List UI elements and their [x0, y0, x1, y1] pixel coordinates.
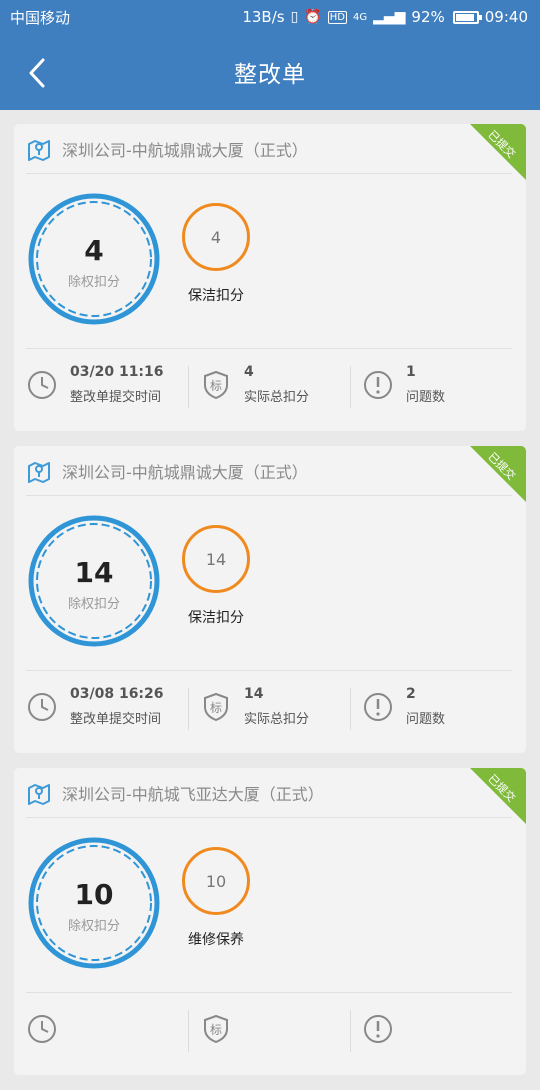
submit-time-label: 整改单提交时间	[70, 390, 162, 405]
project-name: 深圳公司-中航城鼎诚大厦（正式）	[62, 140, 308, 160]
status-indicators: 13B/s ▯ ⏰ HD 4G ▂▄▆ 92% 09:40	[242, 8, 528, 26]
rectification-list: 深圳公司-中航城鼎诚大厦（正式） 已提交 4 除权扣分 4 保洁扣分 03/20…	[14, 124, 526, 1090]
shield-icon: 标	[204, 1014, 228, 1043]
hd-icon: HD	[327, 10, 347, 24]
weighted-deduction-value: 14	[74, 556, 114, 589]
issue-count-value: 2	[406, 686, 416, 702]
battery-level	[455, 13, 474, 21]
alert-icon	[364, 692, 392, 721]
shield-icon: 标	[204, 692, 228, 721]
card-stats: 03/08 16:26 整改单提交时间 标 14 实际总扣分 2 问题数	[26, 670, 512, 742]
category-score-ring: 10	[182, 847, 250, 915]
submit-time-stat: 03/08 16:26 整改单提交时间	[26, 671, 188, 742]
chevron-left-icon	[29, 58, 45, 88]
carrier-name: 中国移动	[10, 8, 71, 27]
category-score-label: 保洁扣分	[188, 610, 244, 626]
svg-text:标: 标	[210, 701, 222, 715]
issue-count-label: 问题数	[406, 712, 446, 727]
nav-bar: 整改单	[0, 34, 540, 110]
project-name: 深圳公司-中航城飞亚达大厦（正式）	[62, 784, 324, 804]
status-bar: 中国移动 13B/s ▯ ⏰ HD 4G ▂▄▆ 92% 09:40	[0, 0, 540, 34]
clock-icon	[28, 1014, 56, 1043]
total-deduction-label: 实际总扣分	[244, 390, 310, 405]
category-score-label: 维修保养	[188, 932, 244, 948]
rectification-card[interactable]: 深圳公司-中航城鼎诚大厦（正式） 已提交 14 除权扣分 14 保洁扣分 03/…	[14, 446, 526, 753]
rectification-card[interactable]: 深圳公司-中航城鼎诚大厦（正式） 已提交 4 除权扣分 4 保洁扣分 03/20…	[14, 124, 526, 431]
status-ribbon: 已提交	[470, 446, 526, 502]
status-ribbon: 已提交	[470, 124, 526, 180]
card-header: 深圳公司-中航城鼎诚大厦（正式）	[26, 124, 512, 174]
alarm-icon: ⏰	[304, 9, 322, 25]
total-deduction-stat: 标 4 实际总扣分	[188, 349, 350, 420]
network-type-icon: 4G	[352, 11, 368, 23]
battery-percent: 92%	[411, 8, 445, 26]
page-title: 整改单	[234, 62, 306, 88]
total-deduction-value: 4	[244, 364, 254, 380]
svg-text:标: 标	[210, 1023, 222, 1037]
submit-time-stat: 03/20 11:16 整改单提交时间	[26, 349, 188, 420]
submit-time-value: 03/08 16:26	[70, 686, 164, 702]
issue-count-stat: 1 问题数	[350, 349, 512, 420]
total-deduction-label: 实际总扣分	[244, 712, 310, 727]
project-name: 深圳公司-中航城鼎诚大厦（正式）	[62, 462, 308, 482]
issue-count-label: 问题数	[406, 390, 446, 405]
shield-icon: 标	[204, 370, 228, 399]
network-speed: 13B/s	[242, 8, 285, 26]
submit-time-stat	[26, 993, 188, 1064]
category-score-label: 保洁扣分	[188, 288, 244, 304]
category-score-ring: 4	[182, 203, 250, 271]
issue-count-stat	[350, 993, 512, 1064]
category-score-value: 14	[205, 549, 227, 569]
weighted-deduction-value: 4	[84, 234, 104, 267]
total-deduction-stat: 标 14 实际总扣分	[188, 671, 350, 742]
map-location-icon	[28, 139, 50, 161]
weighted-deduction-label: 除权扣分	[67, 597, 120, 612]
back-button[interactable]	[22, 56, 52, 90]
vibrate-icon: ▯	[290, 9, 299, 25]
map-location-icon	[28, 461, 50, 483]
signal-icon: ▂▄▆	[373, 9, 406, 25]
issue-count-value: 1	[406, 364, 416, 380]
card-stats: 03/20 11:16 整改单提交时间 标 4 实际总扣分 1 问题数	[26, 348, 512, 420]
clock-icon	[28, 370, 56, 399]
status-ribbon: 已提交	[470, 768, 526, 824]
alert-icon	[364, 370, 392, 399]
category-score-value: 4	[210, 227, 222, 247]
category-score-ring: 14	[182, 525, 250, 593]
map-location-icon	[28, 783, 50, 805]
weighted-deduction-value: 10	[74, 878, 114, 911]
card-header: 深圳公司-中航城飞亚达大厦（正式）	[26, 768, 512, 818]
alert-icon	[364, 1014, 392, 1043]
submit-time-label: 整改单提交时间	[70, 712, 162, 727]
rectification-card[interactable]: 深圳公司-中航城飞亚达大厦（正式） 已提交 10 除权扣分 10 维修保养 标	[14, 768, 526, 1075]
svg-text:标: 标	[210, 379, 222, 393]
total-deduction-stat: 标	[188, 993, 350, 1064]
category-score-value: 10	[205, 871, 227, 891]
card-header: 深圳公司-中航城鼎诚大厦（正式）	[26, 446, 512, 496]
issue-count-stat: 2 问题数	[350, 671, 512, 742]
weighted-deduction-label: 除权扣分	[67, 275, 120, 290]
battery-icon	[452, 10, 482, 24]
clock: 09:40	[484, 8, 528, 26]
clock-icon	[28, 692, 56, 721]
submit-time-value: 03/20 11:16	[70, 364, 164, 380]
weighted-deduction-label: 除权扣分	[67, 919, 120, 934]
total-deduction-value: 14	[244, 686, 264, 702]
card-stats: 标	[26, 992, 512, 1064]
